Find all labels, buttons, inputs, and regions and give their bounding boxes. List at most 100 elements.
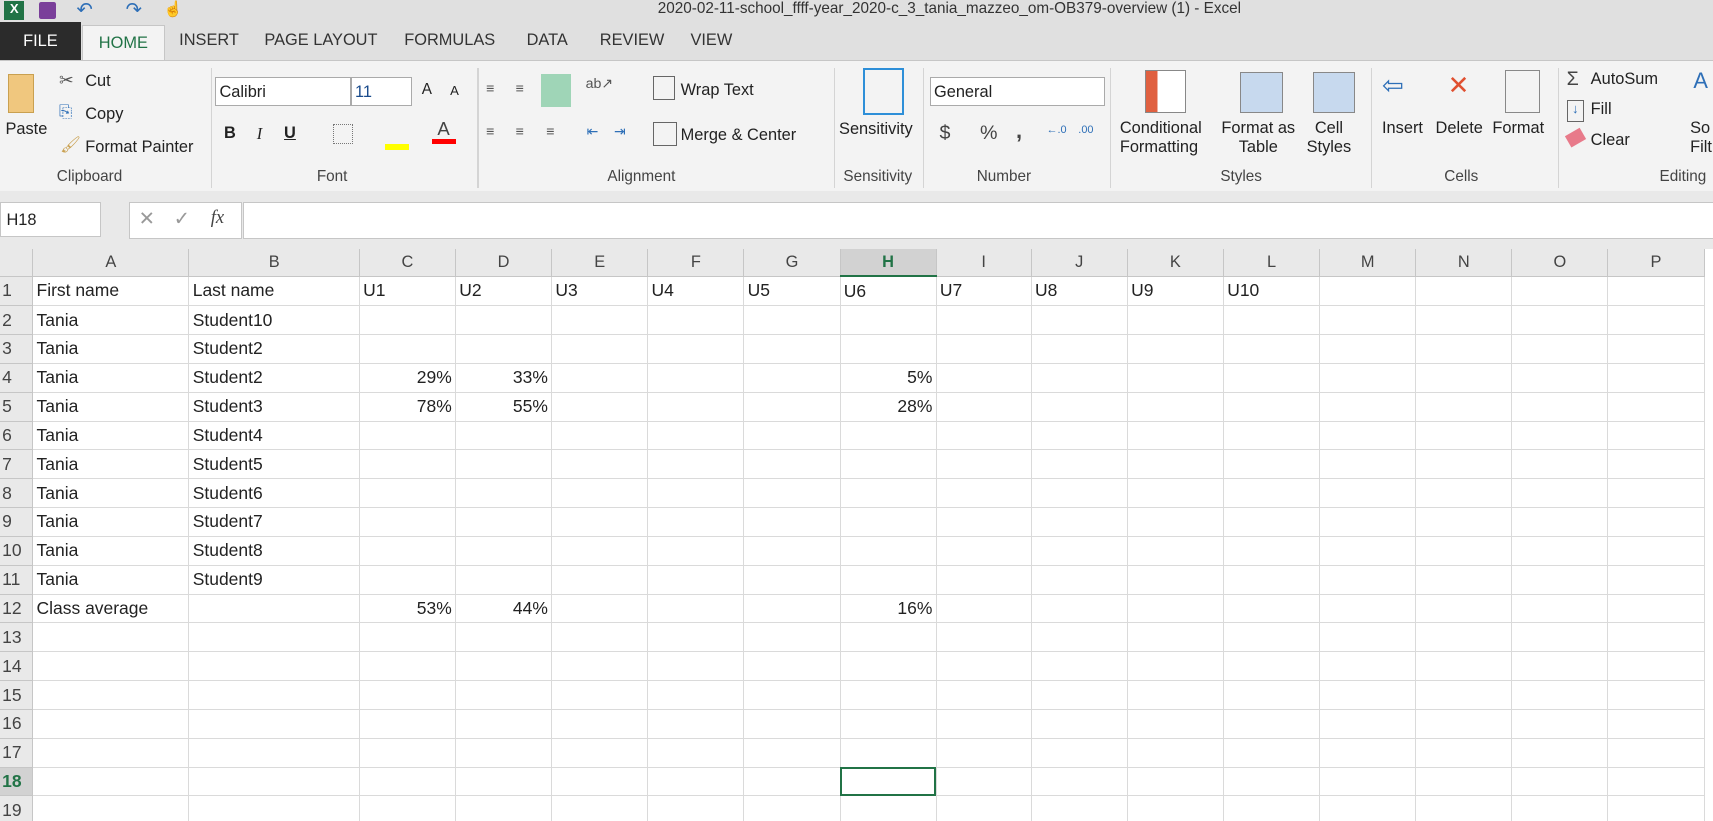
- cell-B17[interactable]: [188, 738, 360, 768]
- cell-L6[interactable]: [1223, 421, 1321, 451]
- cell-N2[interactable]: [1415, 305, 1513, 335]
- cell-J12[interactable]: [1031, 594, 1128, 624]
- cell-C14[interactable]: [359, 651, 457, 682]
- cell-J14[interactable]: [1031, 651, 1128, 682]
- cell-B5[interactable]: Student3: [188, 392, 360, 422]
- cell-F2[interactable]: [647, 305, 745, 335]
- cell-G16[interactable]: [743, 709, 841, 739]
- cell-N18[interactable]: [1415, 767, 1513, 797]
- cell-I17[interactable]: [936, 738, 1032, 768]
- cell-H6[interactable]: [840, 421, 937, 451]
- cell-D18[interactable]: [455, 767, 553, 797]
- autosum-button[interactable]: AutoSum: [1591, 70, 1658, 89]
- cell-D10[interactable]: [455, 536, 553, 566]
- cell-G14[interactable]: [743, 651, 841, 682]
- cell-M5[interactable]: [1319, 392, 1417, 422]
- cell-B19[interactable]: [188, 795, 360, 821]
- cell-K15[interactable]: [1127, 680, 1224, 710]
- cell-J8[interactable]: [1031, 478, 1128, 509]
- cell-A17[interactable]: [32, 738, 190, 768]
- bottom-align-icon[interactable]: [540, 74, 572, 107]
- cell-A3[interactable]: Tania: [32, 334, 190, 364]
- cell-H18[interactable]: [840, 767, 937, 797]
- cell-D7[interactable]: [455, 449, 553, 480]
- cell-N4[interactable]: [1415, 363, 1513, 393]
- cell-O16[interactable]: [1511, 709, 1609, 739]
- row-header[interactable]: 12: [0, 594, 34, 624]
- cell-D2[interactable]: [455, 305, 553, 335]
- cell-A4[interactable]: Tania: [32, 363, 190, 393]
- cell-B7[interactable]: Student5: [188, 449, 360, 480]
- cell-N9[interactable]: [1415, 507, 1513, 537]
- cell-F6[interactable]: [647, 421, 745, 451]
- cell-J17[interactable]: [1031, 738, 1128, 768]
- cell-P2[interactable]: [1607, 305, 1705, 335]
- cell-L16[interactable]: [1223, 709, 1321, 739]
- cell-A5[interactable]: Tania: [32, 392, 190, 422]
- cell-B10[interactable]: Student8: [188, 536, 360, 566]
- cell-K10[interactable]: [1127, 536, 1224, 566]
- column-header-O[interactable]: O: [1511, 249, 1609, 277]
- cell-K11[interactable]: [1127, 565, 1224, 595]
- cell-K8[interactable]: [1127, 478, 1224, 509]
- cell-J7[interactable]: [1031, 449, 1128, 480]
- comma-button[interactable]: ,: [1016, 118, 1022, 144]
- row-header[interactable]: 17: [0, 738, 34, 768]
- cell-B2[interactable]: Student10: [188, 305, 360, 335]
- cell-K9[interactable]: [1127, 507, 1224, 537]
- cell-E10[interactable]: [551, 536, 649, 566]
- cell-F4[interactable]: [647, 363, 745, 393]
- cell-D12[interactable]: 44%: [455, 594, 553, 624]
- cell-L15[interactable]: [1223, 680, 1321, 710]
- cell-N19[interactable]: [1415, 795, 1513, 821]
- column-header-N[interactable]: N: [1415, 249, 1513, 277]
- cell-O14[interactable]: [1511, 651, 1609, 682]
- cell-G4[interactable]: [743, 363, 841, 393]
- cell-M15[interactable]: [1319, 680, 1417, 710]
- cell-G17[interactable]: [743, 738, 841, 768]
- cell-I13[interactable]: [936, 622, 1032, 653]
- cell-K18[interactable]: [1127, 767, 1224, 797]
- column-header-H[interactable]: H: [840, 249, 937, 278]
- cell-H13[interactable]: [840, 622, 937, 653]
- column-header-G[interactable]: G: [743, 249, 841, 277]
- cell-M7[interactable]: [1319, 449, 1417, 480]
- cell-C17[interactable]: [359, 738, 457, 768]
- fill-button[interactable]: Fill: [1591, 100, 1612, 119]
- cell-I8[interactable]: [936, 478, 1032, 509]
- cell-B4[interactable]: Student2: [188, 363, 360, 393]
- cell-G7[interactable]: [743, 449, 841, 480]
- cell-K19[interactable]: [1127, 795, 1224, 821]
- cell-M18[interactable]: [1319, 767, 1417, 797]
- cell-A9[interactable]: Tania: [32, 507, 190, 537]
- cell-K1[interactable]: U9: [1127, 276, 1224, 307]
- column-header-F[interactable]: F: [647, 249, 745, 277]
- cell-L18[interactable]: [1223, 767, 1321, 797]
- cell-O15[interactable]: [1511, 680, 1609, 710]
- insert-button[interactable]: Insert: [1382, 119, 1423, 138]
- row-header[interactable]: 4: [0, 363, 34, 393]
- cell-F8[interactable]: [647, 478, 745, 509]
- column-header-K[interactable]: K: [1127, 249, 1224, 277]
- cell-N15[interactable]: [1415, 680, 1513, 710]
- cell-B1[interactable]: Last name: [188, 276, 360, 307]
- row-header[interactable]: 1: [0, 276, 34, 307]
- cell-D3[interactable]: [455, 334, 553, 364]
- cell-C11[interactable]: [359, 565, 457, 595]
- cell-O19[interactable]: [1511, 795, 1609, 821]
- cell-D19[interactable]: [455, 795, 553, 821]
- cell-B6[interactable]: Student4: [188, 421, 360, 451]
- cell-L11[interactable]: [1223, 565, 1321, 595]
- cell-F1[interactable]: U4: [647, 276, 745, 307]
- cell-L8[interactable]: [1223, 478, 1321, 509]
- cell-O10[interactable]: [1511, 536, 1609, 566]
- cell-L12[interactable]: [1223, 594, 1321, 624]
- cell-B13[interactable]: [188, 622, 360, 653]
- cell-J5[interactable]: [1031, 392, 1128, 422]
- cell-L17[interactable]: [1223, 738, 1321, 768]
- cell-H3[interactable]: [840, 334, 937, 364]
- cell-K2[interactable]: [1127, 305, 1224, 335]
- cell-C13[interactable]: [359, 622, 457, 653]
- cut-button[interactable]: Cut: [85, 72, 110, 91]
- cell-E14[interactable]: [551, 651, 649, 682]
